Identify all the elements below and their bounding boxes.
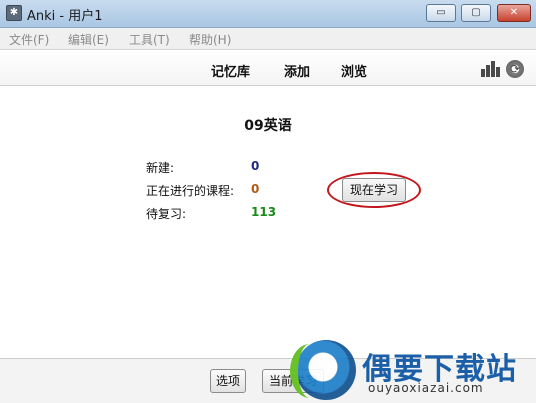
new-label: 新建: bbox=[146, 161, 175, 175]
review-label: 待复习: bbox=[146, 207, 187, 221]
learning-count: 0 bbox=[251, 182, 260, 196]
new-count: 0 bbox=[251, 159, 260, 173]
highlight-ellipse bbox=[327, 172, 421, 208]
close-button[interactable]: ✕ bbox=[497, 4, 531, 22]
window-title: Anki - 用户1 bbox=[27, 9, 103, 24]
stats-icon[interactable] bbox=[481, 61, 500, 77]
menu-bar: 文件(F) 编辑(E) 工具(T) 帮助(H) bbox=[0, 28, 536, 50]
options-button[interactable]: 选项 bbox=[210, 369, 246, 393]
menu-edit[interactable]: 编辑(E) bbox=[68, 31, 109, 48]
deck-title: 09英语 bbox=[244, 118, 292, 134]
maximize-button[interactable]: ▢ bbox=[461, 4, 491, 22]
review-count: 113 bbox=[251, 205, 277, 219]
minimize-button[interactable]: ▭ bbox=[426, 4, 456, 22]
watermark-url: ouyaoxiazai.com bbox=[368, 381, 484, 395]
menu-file[interactable]: 文件(F) bbox=[9, 31, 49, 48]
title-bar: ✱ Anki - 用户1 ▭ ▢ ✕ bbox=[0, 0, 536, 28]
menu-tools[interactable]: 工具(T) bbox=[129, 31, 170, 48]
anki-star-icon: ✱ bbox=[6, 5, 22, 21]
watermark-swoosh-icon bbox=[290, 344, 330, 398]
decks-link[interactable]: 记忆库 bbox=[211, 61, 250, 80]
browse-link[interactable]: 浏览 bbox=[341, 61, 367, 80]
toolbar: 记忆库 添加 浏览 ⟳ bbox=[0, 50, 536, 86]
add-link[interactable]: 添加 bbox=[284, 61, 310, 80]
sync-icon[interactable]: ⟳ bbox=[506, 60, 524, 78]
learning-label: 正在进行的课程: bbox=[146, 184, 235, 198]
menu-help[interactable]: 帮助(H) bbox=[189, 31, 231, 48]
